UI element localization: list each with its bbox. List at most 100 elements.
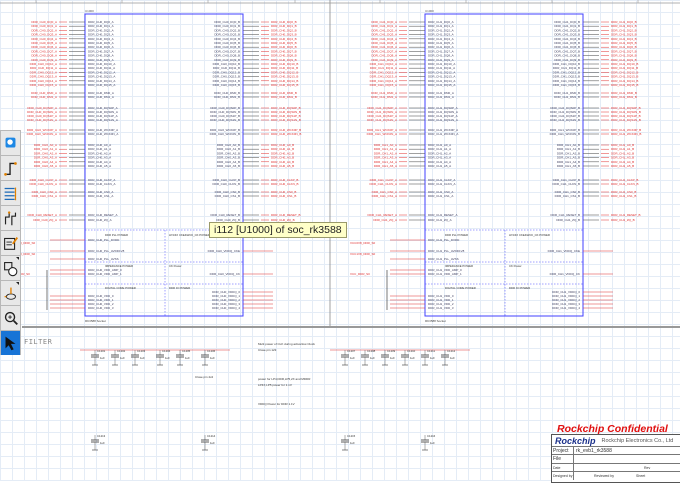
pin-name: DDR_CH1_WCK0N_A <box>428 132 458 136</box>
pin-name: DDR_CH1_WCK0N_B <box>550 132 580 136</box>
select-arrow-tool-button[interactable] <box>0 330 21 355</box>
capacitor-ref: C1213 <box>97 434 106 438</box>
net-label: DDR_CH0_DM1_B <box>271 95 297 99</box>
pin-name: DDR_CH1_A5_B <box>557 164 580 168</box>
pin-name: DDR_CH1_ZQ_A <box>428 218 452 222</box>
pin-name: DDR_CH1_A5_A <box>428 164 451 168</box>
net-label: DDR_CH0_DQS1N_B <box>271 118 301 122</box>
net-label: DDR_CH1_DQ15_B <box>611 83 638 87</box>
pin-name: DDR_CH0_DQ15_A <box>88 83 115 87</box>
pin-name: DDR_CH0_ZQ_A <box>88 218 112 222</box>
pin-name: DDR_CH0_VDD_3 <box>88 306 114 310</box>
capacitor-value: 1uF <box>430 356 435 360</box>
net-label: DDR_CH0_CLKN_B <box>271 182 299 186</box>
capacitor-value: 1uF <box>390 356 395 360</box>
wire-icon <box>4 162 17 176</box>
section-title: LP4/4X CKE&WCK_CK POWER <box>169 233 210 237</box>
capacitor-ref: C1214 <box>207 434 216 438</box>
net-label: DDR_CH0_RESET_A <box>27 213 57 217</box>
wire-tool-button[interactable] <box>0 155 21 180</box>
symbol-footer: RK3588 Socket <box>85 319 106 323</box>
shapes-tool-button[interactable] <box>0 255 21 280</box>
rev-label: Rev <box>644 465 651 470</box>
company-name: Rockchip Electronics Co., Ltd <box>601 437 674 444</box>
section-title: DIGITAL CORE POWER <box>445 286 476 290</box>
pin-name: DDR_CH0_CLKN_B <box>212 182 240 186</box>
bus-icon <box>4 187 17 201</box>
pin-name: DDR_CH1_DQ15_A <box>428 83 455 87</box>
capacitor-ref: C1202 <box>117 349 126 353</box>
power-symbol-tool-button[interactable] <box>0 280 21 305</box>
net-label: DDR_CH1_DQS1N_A <box>367 118 397 122</box>
net-label: DDR_CH1_RESET_B <box>611 213 641 217</box>
symbol-ref: U1000 <box>85 9 94 13</box>
capacitor-value: 1uF <box>185 356 190 360</box>
symbol-ref: U1000 <box>425 9 434 13</box>
capacitor-ref: C1208 <box>367 349 376 353</box>
pin-name: DDR_CH0_DM1_A <box>88 95 114 99</box>
pin-name: DDR_CH1_CS1_B <box>555 194 580 198</box>
power-symbol-icon <box>4 287 16 300</box>
pin-name: DDR_CH1_PLL_DVDD <box>428 238 460 242</box>
net-label: DDR_CH1_DM1_A <box>371 95 397 99</box>
pin-name: DDR_CH0_PLL_AVDD1V8 <box>88 249 125 253</box>
section-title: LP4/4X CKE&WCK_CK POWER <box>509 233 550 237</box>
pin-name: DDR_CH0_CS1_A <box>88 194 113 198</box>
text-note-tool-button[interactable] <box>0 230 21 255</box>
section-title: DDR PLL POWER <box>105 233 128 237</box>
section-title: DDR IO POWER <box>509 286 530 290</box>
design-note: Close pin 123 <box>258 348 277 352</box>
select-arrow-icon <box>5 336 16 351</box>
hover-tooltip: i112 [U1000] of soc_rk3588 <box>209 222 347 238</box>
sheet-label: Sheet <box>636 474 646 478</box>
date-label: Date <box>552 464 574 471</box>
pin-name: DDR_CH1_PLL_AVDD1V8 <box>428 249 465 253</box>
shapes-icon <box>4 262 18 277</box>
pin-name: DDR_CH0_DQS1N_A <box>88 118 118 122</box>
section-title: CK Power <box>169 264 182 268</box>
pin-name: DDR_CH1_CLKN_A <box>428 182 456 186</box>
capacitor-value: 1uF <box>430 441 435 445</box>
pin-name: DDR_CH1_VDDQ_CKE <box>548 249 580 253</box>
schematic-canvas[interactable]: U1000 RK3588 Socket DDR PLL POWER LP4/4X CK… <box>0 0 680 481</box>
section-title: DDR PLL POWER <box>445 233 468 237</box>
pin-name: DDR_CH0_VDDQ_CK <box>210 272 240 276</box>
capacitor-value: 1uF <box>165 356 170 360</box>
pin-name: DDR_CH1_ZQ_B <box>556 218 580 222</box>
schematic-drawing: U1000 RK3588 Socket DDR PLL POWER LP4/4X CK… <box>0 0 680 451</box>
component-search-tool-button[interactable] <box>0 130 21 155</box>
project-label: Project <box>552 447 574 454</box>
net-label: DDR_CH1_DM1_B <box>611 95 637 99</box>
designed-label: Designed by <box>553 472 574 480</box>
capacitor-value: 1uF <box>350 356 355 360</box>
power-net-label: VCC_DDR_S0 <box>350 272 370 276</box>
pin-name: DDR_CH1_VDDQ_4 <box>552 306 580 310</box>
capacitor-ref: C1209 <box>387 349 396 353</box>
capacitor-value: 1uF <box>210 356 215 360</box>
bus-tool-button[interactable] <box>0 180 21 205</box>
net-label: DDR_CH0_RESET_B <box>271 213 301 217</box>
net-label: DDR_CH1_CLKN_A <box>369 182 397 186</box>
pin-name: DDR_CH0_PLL_DVDD <box>88 238 120 242</box>
pin-name: DDR_CH1_RESET_B <box>550 213 580 217</box>
zoom-in-tool-button[interactable] <box>0 305 21 330</box>
pin-name: DDR_CH0_CLKN_A <box>88 182 116 186</box>
pin-name: DDR_CH1_DQ15_B <box>553 83 580 87</box>
net-label: DDR_CH1_CLKN_B <box>611 182 639 186</box>
pin-name: DDR_CH0_RESET_A <box>88 213 118 217</box>
filter-label[interactable]: FILTER <box>24 338 52 346</box>
net-label: DDR_CH1_CS1_B <box>611 194 636 198</box>
capacitor-value: 1uF <box>350 441 355 445</box>
pin-name: DDR_CH1_DQS1N_B <box>550 118 580 122</box>
file-label: File <box>552 455 574 463</box>
capacitor-ref: C1215 <box>347 434 356 438</box>
net-label: DDR_CH0_A5_A <box>34 164 57 168</box>
design-note: Multi power of CLK during active/low Clo… <box>258 342 315 346</box>
capacitor-value: 1uF <box>140 356 145 360</box>
pin-name: DDR_CH0_DQS1N_B <box>210 118 240 122</box>
bus-entry-tool-button[interactable] <box>0 205 21 230</box>
tool-palette <box>0 130 22 355</box>
pin-name: DDR_CH1_DQS1N_A <box>428 118 458 122</box>
net-label: DDR_CH1_A5_B <box>611 164 634 168</box>
net-label: DDR_CH0_DQ15_B <box>271 83 298 87</box>
